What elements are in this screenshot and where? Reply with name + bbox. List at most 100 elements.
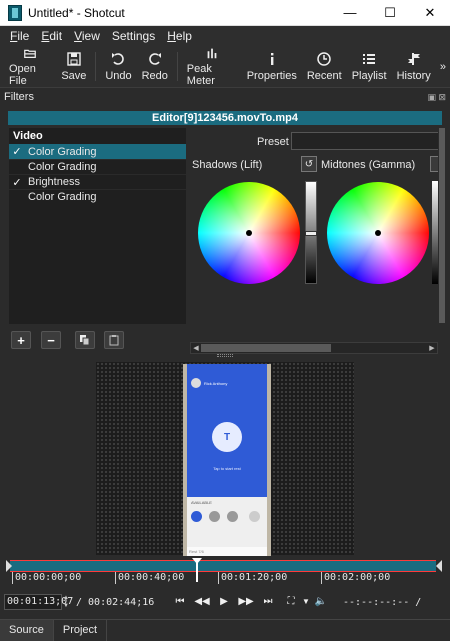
scroll-right-arrow-icon[interactable]: ▶ xyxy=(427,344,437,352)
undo-button[interactable]: Undo xyxy=(100,46,136,87)
skip-to-start-icon[interactable]: ⏮ xyxy=(173,594,187,608)
filter-item-label: Brightness xyxy=(28,176,80,188)
toolbar-overflow-button[interactable]: » xyxy=(436,46,450,87)
peak-meter-button[interactable]: Peak Meter xyxy=(182,46,242,87)
menu-bar: File Edit View Settings Help xyxy=(0,26,450,46)
ruler-tick-label: 00:02:00;00 xyxy=(321,572,390,584)
redo-icon xyxy=(148,53,161,65)
skip-to-end-icon[interactable]: ⏭ xyxy=(261,594,275,608)
filter-item[interactable]: Color Grading xyxy=(9,189,186,204)
toolbar-separator xyxy=(176,52,178,81)
contact-avatar xyxy=(209,511,220,522)
add-filter-button[interactable]: + xyxy=(11,331,31,349)
chevron-down-icon[interactable]: ▼ xyxy=(299,594,313,608)
main-toolbar: Open File Save Undo Redo Peak Meter Prop… xyxy=(0,46,450,88)
maximize-button[interactable]: ☐ xyxy=(370,0,410,26)
history-label: History xyxy=(396,70,431,82)
filter-item[interactable]: ✓ Brightness xyxy=(9,174,186,189)
scrollbar-thumb[interactable] xyxy=(439,128,445,323)
scrollbar-thumb[interactable] xyxy=(201,344,331,352)
volume-icon[interactable]: 🔈 xyxy=(314,594,328,608)
midtones-color-wheel[interactable] xyxy=(327,182,429,284)
dock-float-close-icon[interactable]: ▣ ⊠ xyxy=(427,92,446,103)
menu-file[interactable]: File xyxy=(4,29,35,43)
playhead[interactable] xyxy=(192,558,202,582)
clock-icon xyxy=(317,52,332,66)
filter-enable-checkbox[interactable]: ✓ xyxy=(9,145,25,158)
open-file-label: Open File xyxy=(9,63,36,87)
contact-avatar xyxy=(227,511,238,522)
close-button[interactable]: ✕ xyxy=(410,0,450,26)
phone-header: Rick Anthony xyxy=(187,374,267,392)
title-bar: Untitled* - Shotcut — ☐ ✕ xyxy=(0,0,450,26)
peak-meter-icon xyxy=(207,48,217,59)
phone-contacts-area: AVAILABLE xyxy=(187,497,267,547)
remove-filter-button[interactable]: − xyxy=(41,331,61,349)
redo-button[interactable]: Redo xyxy=(137,46,173,87)
avatar xyxy=(191,378,201,388)
rewind-icon[interactable]: ◀◀ xyxy=(194,594,209,608)
position-timecode-field[interactable]: 00:01:13;07 xyxy=(4,594,73,610)
preset-combobox[interactable] xyxy=(291,132,446,150)
dock-splitter-handle[interactable] xyxy=(217,354,233,357)
playlist-button[interactable]: Playlist xyxy=(347,46,392,87)
app-logo-icon: T xyxy=(212,422,242,452)
filter-item[interactable]: Color Grading xyxy=(9,159,186,174)
playlist-label: Playlist xyxy=(351,70,387,82)
minimize-button[interactable]: — xyxy=(330,0,370,26)
peak-meter-label: Peak Meter xyxy=(186,63,215,87)
play-icon[interactable]: ▶ xyxy=(217,594,231,608)
phone-screenshot-frame: Rick Anthony T Tap to start rest AVAILAB… xyxy=(183,364,271,556)
tab-project[interactable]: Project xyxy=(54,620,108,641)
slider-handle[interactable] xyxy=(305,231,317,236)
shadows-level-slider[interactable] xyxy=(305,181,317,284)
timecode-spinner-icon[interactable]: ▲ ▼ xyxy=(63,594,72,610)
window-title: Untitled* - Shotcut xyxy=(28,5,125,20)
shadows-color-wheel[interactable] xyxy=(198,182,300,284)
properties-button[interactable]: Properties xyxy=(242,46,302,87)
undo-label: Undo xyxy=(105,70,132,82)
history-button[interactable]: History xyxy=(392,46,436,87)
toolbar-separator xyxy=(95,52,97,81)
filter-enable-checkbox[interactable]: ✓ xyxy=(9,176,25,189)
menu-view[interactable]: View xyxy=(68,29,106,43)
ruler-tick-label: 00:00:00;00 xyxy=(12,572,81,584)
tab-source[interactable]: Source xyxy=(0,620,54,641)
filter-item-label: Color Grading xyxy=(28,145,97,158)
clipboard-icon xyxy=(109,335,119,346)
filter-panel-vertical-scrollbar[interactable] xyxy=(438,128,446,338)
filter-panel-horizontal-scrollbar[interactable]: ◀ ▶ xyxy=(190,342,438,354)
list-icon xyxy=(363,54,376,64)
phone-contact-name: Rick Anthony xyxy=(204,380,228,386)
save-button[interactable]: Save xyxy=(56,46,91,87)
info-icon xyxy=(270,53,274,65)
filter-item[interactable]: ✓ Color Grading xyxy=(9,144,186,159)
menu-help[interactable]: Help xyxy=(161,29,198,43)
open-file-button[interactable]: Open File xyxy=(4,46,56,87)
phone-caption: Tap to start rest xyxy=(213,466,241,471)
copy-filter-button[interactable] xyxy=(75,331,95,349)
paste-filter-button[interactable] xyxy=(104,331,124,349)
ruler-tick-label: 00:00:40;00 xyxy=(115,572,184,584)
recent-button[interactable]: Recent xyxy=(302,46,347,87)
in-point-marker[interactable] xyxy=(6,560,12,572)
timeline-ruler[interactable]: 00:00:00;00 00:00:40;00 00:01:20;00 00:0… xyxy=(0,558,450,584)
ruler-tick-label: 00:01:20;00 xyxy=(218,572,287,584)
color-wheel-handle[interactable] xyxy=(375,230,381,236)
scrub-bar[interactable] xyxy=(10,560,436,572)
phone-status-bar xyxy=(187,364,267,374)
reset-icon[interactable]: ↺ xyxy=(301,156,317,172)
filter-list-header: Video xyxy=(13,130,43,142)
scroll-left-arrow-icon[interactable]: ◀ xyxy=(191,344,201,352)
contact-avatar xyxy=(249,511,260,522)
history-icon xyxy=(407,53,420,65)
color-wheel-handle[interactable] xyxy=(246,230,252,236)
menu-edit[interactable]: Edit xyxy=(35,29,68,43)
redo-label: Redo xyxy=(141,70,168,82)
filter-item-label: Color Grading xyxy=(28,191,97,203)
out-point-marker[interactable] xyxy=(436,560,442,572)
zoom-fit-icon[interactable]: ⛶ xyxy=(284,594,298,608)
floppy-disk-icon xyxy=(67,52,81,66)
fast-forward-icon[interactable]: ▶▶ xyxy=(238,594,253,608)
menu-settings[interactable]: Settings xyxy=(106,29,161,43)
